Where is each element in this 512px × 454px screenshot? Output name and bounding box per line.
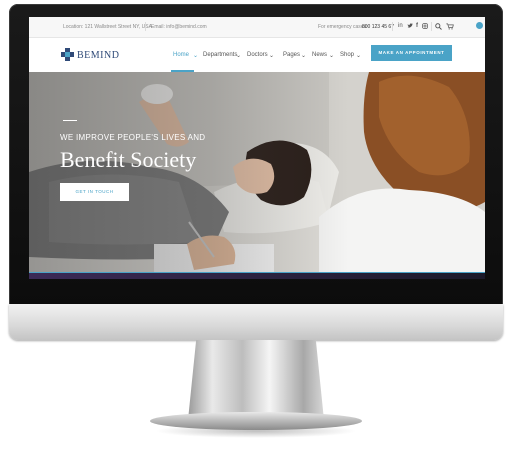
chevron-down-icon: ⌄ <box>269 53 275 59</box>
chevron-down-icon: ⌄ <box>329 53 335 59</box>
instagram-icon[interactable] <box>422 23 428 29</box>
chevron-down-icon: ⌄ <box>193 53 199 59</box>
email-link[interactable]: Email: info@bemind.com <box>151 24 207 30</box>
chevron-down-icon: ⌄ <box>301 53 307 59</box>
main-navbar: BEMIND Home ⌄ Departments ⌄ Doctors ⌄ Pa… <box>29 38 485 72</box>
nav-news[interactable]: News <box>312 52 327 58</box>
website-screen: Location: 121 Wallstreet Street NY, USA … <box>29 17 485 279</box>
cart-count-badge <box>476 22 483 29</box>
nav-shop[interactable]: Shop <box>340 52 354 58</box>
cart-icon[interactable] <box>446 23 454 30</box>
accent-line <box>29 272 485 273</box>
top-info-bar: Location: 121 Wallstreet Street NY, USA … <box>29 17 485 38</box>
nav-departments[interactable]: Departments <box>203 52 237 58</box>
hero-kicker: WE IMPROVE PEOPLE'S LIVES AND <box>60 133 206 142</box>
nav-pages[interactable]: Pages <box>283 52 300 58</box>
emergency-label: For emergency cases: <box>318 24 368 30</box>
hero-bottom-strip <box>29 272 485 279</box>
twitter-icon[interactable] <box>407 23 413 29</box>
facebook-icon[interactable]: f <box>416 23 418 29</box>
nav-doctors[interactable]: Doctors <box>247 52 268 58</box>
get-in-touch-button[interactable]: GET IN TOUCH <box>60 183 129 201</box>
location-text: Location: 121 Wallstreet Street NY, USA <box>63 24 152 30</box>
hero-banner: WE IMPROVE PEOPLE'S LIVES AND Benefit So… <box>29 72 485 272</box>
logo-cross-icon[interactable] <box>61 48 74 61</box>
linkedin-icon[interactable]: in <box>398 23 403 29</box>
hero-accent-line <box>63 120 77 121</box>
monitor-stand-base <box>150 412 362 430</box>
divider <box>145 22 146 31</box>
chevron-down-icon: ⌄ <box>236 53 242 59</box>
hero-title: Benefit Society <box>60 147 197 172</box>
logo-text[interactable]: BEMIND <box>77 50 119 61</box>
monitor-chin <box>9 304 503 340</box>
chevron-down-icon: ⌄ <box>356 53 362 59</box>
search-icon[interactable] <box>435 23 442 30</box>
monitor-stand-neck <box>188 340 324 420</box>
divider <box>431 22 432 31</box>
divider <box>392 22 393 31</box>
make-appointment-button[interactable]: MAKE AN APPOINTMENT <box>371 45 452 61</box>
phone-number[interactable]: 800 123 45 67 <box>362 24 394 30</box>
nav-home[interactable]: Home <box>173 52 189 58</box>
